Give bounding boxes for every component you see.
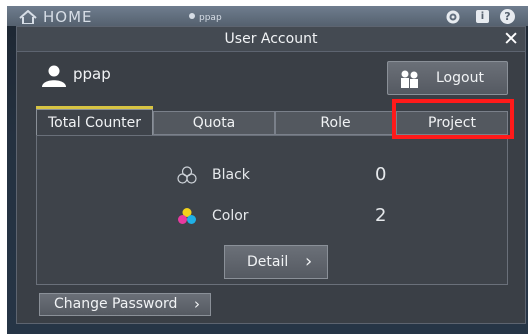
home-icon[interactable]	[18, 9, 38, 26]
dialog-titlebar: User Account ✕	[17, 27, 525, 52]
color-toner-icon	[177, 207, 197, 229]
black-toner-icon	[177, 166, 197, 188]
black-value: 0	[375, 164, 387, 185]
topbar-username: ppap	[199, 13, 222, 23]
people-icon	[398, 70, 422, 92]
change-password-button[interactable]: Change Password ›	[39, 293, 211, 316]
counter-row-color: Color 2	[37, 205, 507, 229]
color-value: 2	[375, 205, 387, 226]
change-password-label: Change Password	[54, 296, 178, 312]
tab-total-counter[interactable]: Total Counter	[36, 109, 153, 136]
chevron-right-icon: ›	[194, 295, 200, 313]
highlight-annotation	[392, 99, 514, 139]
color-label: Color	[212, 208, 249, 224]
detail-label: Detail	[247, 254, 289, 270]
detail-button[interactable]: Detail ›	[224, 245, 328, 279]
logout-button[interactable]: Logout	[387, 61, 508, 95]
black-label: Black	[212, 167, 250, 183]
help-icon[interactable]: ?	[500, 9, 515, 24]
user-account-dialog: User Account ✕ ppap Logout Total Counter…	[16, 26, 526, 324]
chevron-right-icon: ›	[305, 251, 313, 272]
info-icon[interactable]: i	[476, 10, 489, 23]
close-icon[interactable]: ✕	[503, 29, 519, 49]
dialog-title: User Account	[224, 31, 318, 47]
tab-quota[interactable]: Quota	[153, 111, 275, 135]
gear-icon[interactable]	[445, 9, 461, 26]
user-name: ppap	[73, 65, 111, 83]
top-status-bar: HOME ppap i ?	[7, 6, 528, 26]
user-icon	[41, 65, 67, 91]
home-label[interactable]: HOME	[43, 8, 93, 26]
user-status-icon	[189, 13, 195, 19]
counter-row-black: Black 0	[37, 164, 507, 188]
logout-label: Logout	[436, 70, 484, 86]
tab-role[interactable]: Role	[275, 111, 396, 135]
